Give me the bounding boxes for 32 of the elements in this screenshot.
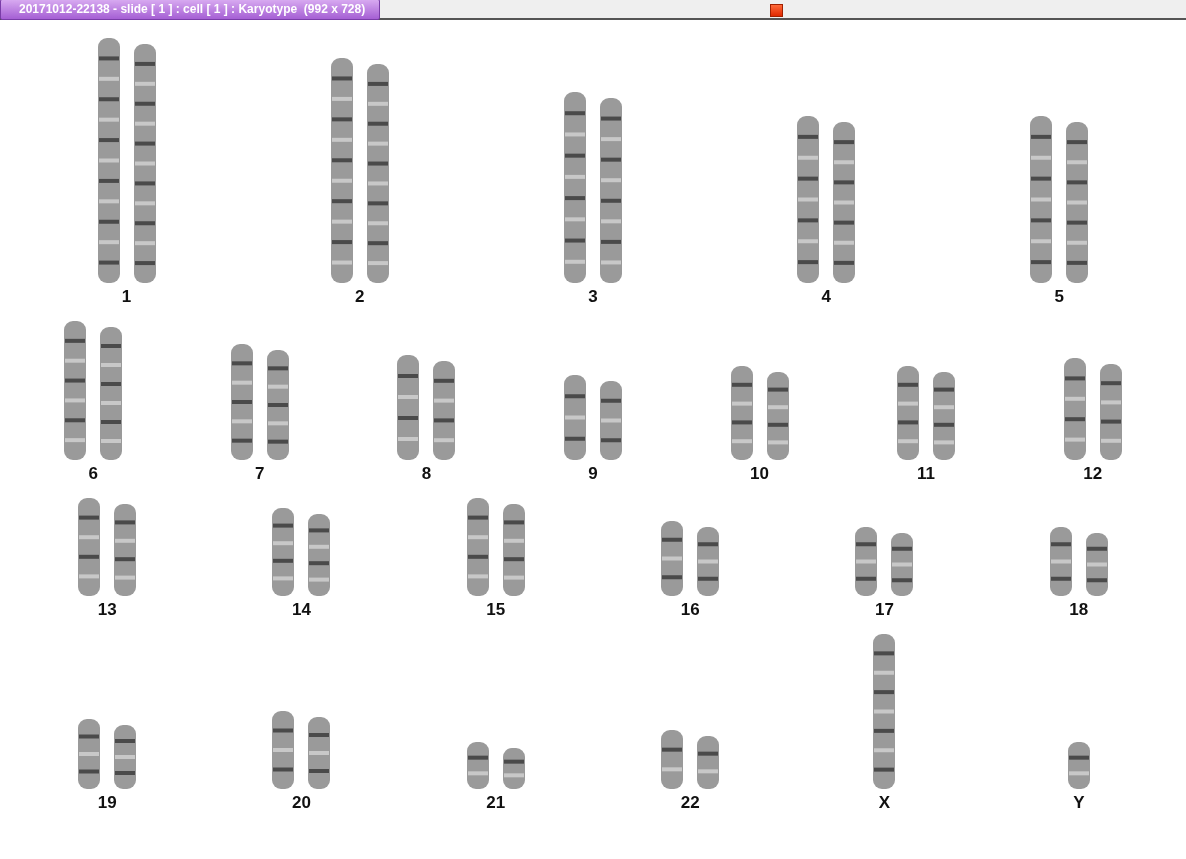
chromosome-label: 14 <box>292 600 311 620</box>
chromosome-pair-drawing <box>661 730 720 789</box>
chromosome-pair-drawing <box>855 527 914 596</box>
chromosome-label: 13 <box>97 600 117 620</box>
chromosome-label: 1 <box>121 287 132 307</box>
chromosome-label: 20 <box>292 793 311 813</box>
chromosome-label: 18 <box>1069 600 1089 620</box>
chromosome-label: 21 <box>486 793 506 813</box>
marker-icon <box>770 4 783 17</box>
chromosome-label: 8 <box>421 464 432 484</box>
chromosome-label: 7 <box>255 464 265 484</box>
chromosome-drawing <box>1067 742 1090 789</box>
chromosome-label: Y <box>1073 793 1085 813</box>
chromosome-label: X <box>878 793 891 813</box>
chromosome-label: 6 <box>88 464 98 484</box>
chromosome-label: 16 <box>680 600 700 620</box>
chromosome-label: 5 <box>1054 287 1065 307</box>
chromosome-label: 11 <box>917 464 936 484</box>
window-title: 20171012-22138 - slide [ 1 ] : cell [ 1 ] : Karyotype (992 x 728) <box>0 0 381 20</box>
chromosome-label: 12 <box>1083 464 1103 484</box>
chromosome-label: 19 <box>97 793 117 813</box>
chromosome-label: 9 <box>588 464 598 484</box>
chromosome-pair-drawing <box>78 719 137 789</box>
chromosome-label: 4 <box>821 287 831 307</box>
chromosome-pair-drawing <box>1049 527 1108 596</box>
chromosome-label: 10 <box>750 464 769 484</box>
chromosome-label: 2 <box>355 287 365 307</box>
chromosome-label: 15 <box>486 600 506 620</box>
chromosome-label: 3 <box>588 287 598 307</box>
chromosome-label: 22 <box>680 793 700 813</box>
chromosome-pair-drawing <box>466 742 525 789</box>
chromosome-label: 17 <box>875 600 894 620</box>
